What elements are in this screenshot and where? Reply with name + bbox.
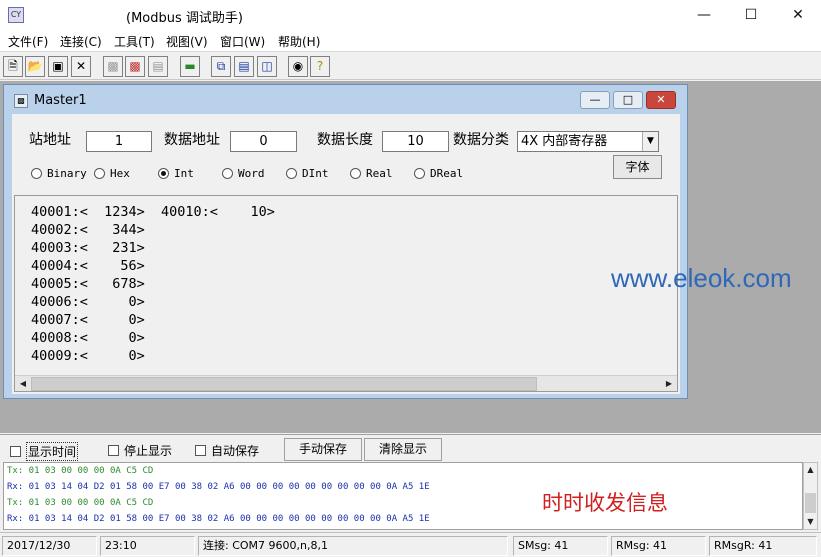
radio-dint[interactable]: DInt bbox=[286, 167, 329, 180]
station-label: 站地址 bbox=[29, 132, 71, 148]
radio-binary[interactable]: Binary bbox=[31, 167, 87, 180]
auto-save-checkbox[interactable]: 自动保存 bbox=[195, 442, 259, 459]
status-time: 23:10 bbox=[100, 536, 195, 556]
open-folder-icon[interactable]: 📂 bbox=[25, 56, 45, 77]
vertical-scrollbar[interactable]: ▲ ▼ bbox=[803, 462, 818, 530]
register-line: 40008:< 0> bbox=[31, 330, 145, 346]
scroll-up-icon[interactable]: ▲ bbox=[804, 463, 817, 476]
window-cascade-icon[interactable]: ⧉ bbox=[211, 56, 231, 77]
watermark-text: www.eleok.com bbox=[611, 263, 792, 293]
master-maximize-button[interactable]: □ bbox=[613, 91, 643, 109]
log-line: Rx: 01 03 14 04 D2 01 58 00 E7 00 38 02 … bbox=[7, 514, 430, 524]
category-value: 4X 内部寄存器 bbox=[521, 134, 608, 149]
menu-file[interactable]: 文件(F) bbox=[8, 33, 48, 50]
scroll-down-icon[interactable]: ▼ bbox=[804, 515, 817, 528]
register-line: 40007:< 0> bbox=[31, 312, 145, 328]
device-icon[interactable]: ▩ bbox=[103, 56, 123, 77]
register-display[interactable]: 40001:< 1234> 40010:< 10> 40002:< 344> 400… bbox=[14, 195, 678, 392]
font-button[interactable]: 字体 bbox=[613, 155, 662, 179]
master-client-area: 站地址 1 数据地址 0 数据长度 10 数据分类 4X 内部寄存器 ▼ 字体 … bbox=[12, 114, 680, 394]
close-button[interactable]: ✕ bbox=[775, 0, 821, 30]
device-copy-icon[interactable]: ▤ bbox=[148, 56, 168, 77]
window-title: (Modbus 调试助手) bbox=[126, 11, 243, 26]
menu-help[interactable]: 帮助(H) bbox=[278, 33, 320, 50]
log-line: Tx: 01 03 00 00 00 0A C5 CD bbox=[7, 498, 154, 508]
status-smsg: SMsg: 41 bbox=[513, 536, 608, 556]
clear-display-button[interactable]: 清除显示 bbox=[364, 438, 442, 461]
new-file-icon[interactable]: 🗎 bbox=[3, 56, 23, 77]
status-rmsgr: RMsgR: 41 bbox=[709, 536, 817, 556]
master-window[interactable]: ▩ Master1 — □ ✕ 站地址 1 数据地址 0 数据长度 10 数据分… bbox=[3, 84, 688, 399]
binoculars-icon[interactable]: ◉ bbox=[288, 56, 308, 77]
register-line: 40003:< 231> bbox=[31, 240, 145, 256]
close-icon: ✕ bbox=[792, 7, 804, 23]
help-question-icon[interactable]: ? bbox=[310, 56, 330, 77]
toolbar: 🗎 📂 ▣ ✕ ▩ ▩ ▤ ▬ ⧉ ▤ ◫ ◉ ? bbox=[0, 53, 821, 80]
category-select[interactable]: 4X 内部寄存器 ▼ bbox=[517, 131, 659, 152]
register-line: 40002:< 344> bbox=[31, 222, 145, 238]
radio-real[interactable]: Real bbox=[350, 167, 393, 180]
address-field[interactable]: 0 bbox=[230, 131, 297, 152]
register-values: 40001:< 1234> 40010:< 10> 40002:< 344> 400… bbox=[31, 203, 275, 365]
chevron-down-icon[interactable]: ▼ bbox=[642, 132, 658, 151]
length-field[interactable]: 10 bbox=[382, 131, 449, 152]
menu-window[interactable]: 窗口(W) bbox=[220, 33, 265, 50]
status-rmsg: RMsg: 41 bbox=[611, 536, 706, 556]
radio-hex[interactable]: Hex bbox=[94, 167, 130, 180]
connect-icon[interactable]: ▬ bbox=[180, 56, 200, 77]
status-connection: 连接: COM7 9600,n,8,1 bbox=[198, 536, 508, 556]
register-line: 40006:< 0> bbox=[31, 294, 145, 310]
log-line: Rx: 01 03 14 04 D2 01 58 00 E7 00 38 02 … bbox=[7, 482, 430, 492]
log-toolbar: 显示时间 停止显示 自动保存 手动保存 清除显示 bbox=[0, 434, 821, 462]
log-line: Tx: 01 03 00 00 00 0A C5 CD bbox=[7, 466, 154, 476]
register-line: 40004:< 56> bbox=[31, 258, 145, 274]
message-log[interactable]: Tx: 01 03 00 00 00 0A C5 CD Rx: 01 03 14… bbox=[3, 462, 803, 530]
minimize-icon: — bbox=[589, 93, 601, 106]
scroll-right-icon[interactable]: ▶ bbox=[661, 376, 677, 392]
status-date: 2017/12/30 bbox=[2, 536, 97, 556]
category-label: 数据分类 bbox=[453, 132, 509, 148]
window-tile-h-icon[interactable]: ▤ bbox=[234, 56, 254, 77]
window-tile-v-icon[interactable]: ◫ bbox=[257, 56, 277, 77]
master-minimize-button[interactable]: — bbox=[580, 91, 610, 109]
length-label: 数据长度 bbox=[317, 132, 373, 148]
status-bar: 2017/12/30 23:10 连接: COM7 9600,n,8,1 SMs… bbox=[0, 532, 821, 557]
radio-int[interactable]: Int bbox=[158, 167, 194, 180]
show-time-checkbox[interactable]: 显示时间 bbox=[10, 442, 79, 461]
master-window-icon: ▩ bbox=[14, 94, 28, 108]
station-field[interactable]: 1 bbox=[86, 131, 152, 152]
title-bar: CY (Modbus 调试助手) — ☐ ✕ bbox=[0, 0, 821, 30]
radio-dreal[interactable]: DReal bbox=[414, 167, 463, 180]
address-label: 数据地址 bbox=[164, 132, 220, 148]
register-line: 40001:< 1234> 40010:< 10> bbox=[31, 204, 275, 220]
register-line: 40005:< 678> bbox=[31, 276, 145, 292]
device-disconnect-icon[interactable]: ▩ bbox=[125, 56, 145, 77]
minimize-button[interactable]: — bbox=[681, 0, 727, 30]
minimize-icon: — bbox=[697, 7, 711, 23]
app-icon: CY bbox=[8, 7, 24, 23]
maximize-button[interactable]: ☐ bbox=[728, 0, 774, 30]
close-icon: ✕ bbox=[656, 93, 666, 106]
maximize-icon: ☐ bbox=[744, 7, 758, 23]
master-window-title: Master1 bbox=[34, 93, 87, 108]
horizontal-scrollbar[interactable]: ◀ ▶ bbox=[15, 375, 677, 391]
manual-save-button[interactable]: 手动保存 bbox=[284, 438, 362, 461]
menu-bar: 文件(F) 连接(C) 工具(T) 视图(V) 窗口(W) 帮助(H) bbox=[0, 30, 821, 52]
stop-display-checkbox[interactable]: 停止显示 bbox=[108, 442, 172, 459]
menu-tools[interactable]: 工具(T) bbox=[114, 33, 155, 50]
scroll-thumb[interactable] bbox=[805, 493, 816, 513]
close-x-icon[interactable]: ✕ bbox=[71, 56, 91, 77]
scroll-left-icon[interactable]: ◀ bbox=[15, 376, 31, 392]
maximize-icon: □ bbox=[622, 93, 634, 106]
radio-word[interactable]: Word bbox=[222, 167, 265, 180]
menu-connect[interactable]: 连接(C) bbox=[60, 33, 102, 50]
log-annotation: 时时收发信息 bbox=[542, 491, 668, 515]
menu-view[interactable]: 视图(V) bbox=[166, 33, 208, 50]
master-close-button[interactable]: ✕ bbox=[646, 91, 676, 109]
register-line: 40009:< 0> bbox=[31, 348, 145, 364]
save-disk-icon[interactable]: ▣ bbox=[48, 56, 68, 77]
scroll-thumb[interactable] bbox=[31, 377, 537, 391]
